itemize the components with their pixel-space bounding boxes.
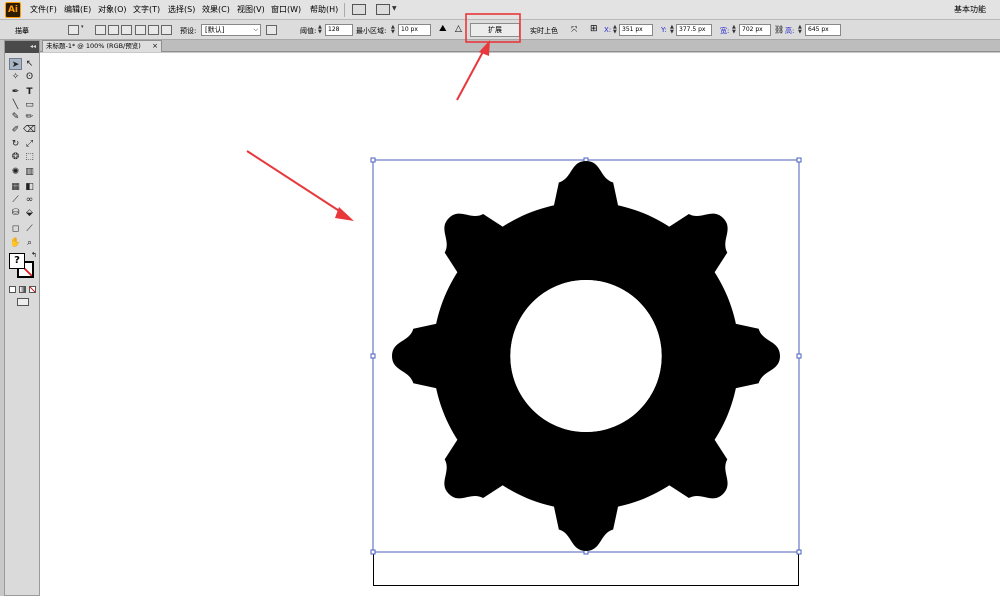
- handle-bottom-left[interactable]: [370, 549, 376, 555]
- handle-top-left[interactable]: [370, 157, 376, 163]
- annotation-arrows: [246, 40, 490, 221]
- arrow-to-artwork-line: [246, 150, 345, 215]
- handle-middle-left[interactable]: [370, 353, 376, 359]
- fill-swatch[interactable]: ?: [9, 253, 25, 269]
- handle-middle-right[interactable]: [796, 353, 802, 359]
- handle-bottom-right[interactable]: [796, 549, 802, 555]
- handle-top-right[interactable]: [796, 157, 802, 163]
- gear-icon[interactable]: [392, 161, 780, 551]
- highlight-box: [465, 13, 521, 43]
- artwork-layer: [246, 13, 802, 555]
- arrow-to-expand-line: [456, 47, 486, 101]
